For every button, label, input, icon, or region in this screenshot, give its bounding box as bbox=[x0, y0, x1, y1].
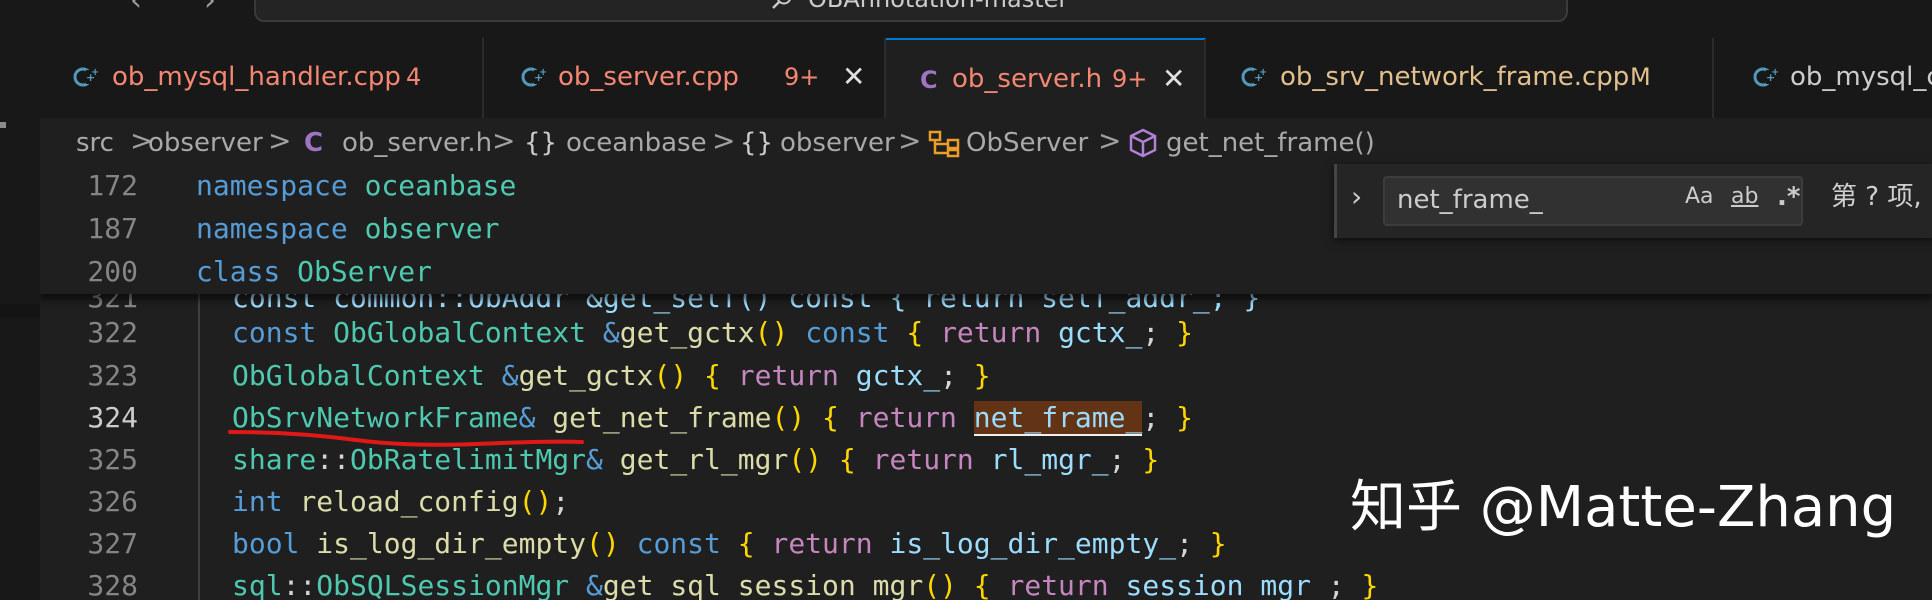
svg-text:+: + bbox=[539, 67, 546, 78]
line-number: 323 bbox=[87, 359, 138, 392]
tab-label: ob_mysql_handler.cpp bbox=[112, 62, 401, 92]
whole-word-toggle[interactable]: ab bbox=[1731, 180, 1758, 214]
activity-divider bbox=[0, 304, 40, 318]
namespace-icon: {} bbox=[524, 128, 558, 158]
problem-count-badge: 4 bbox=[406, 63, 422, 91]
line-number: 328 bbox=[87, 569, 138, 600]
command-center[interactable]: OBAnnotation-master bbox=[254, 0, 1568, 22]
code-line-327: bool is_log_dir_empty() const { return i… bbox=[232, 527, 1227, 560]
chevron-right-icon: > bbox=[712, 124, 736, 157]
command-center-text: OBAnnotation-master bbox=[808, 0, 1068, 12]
tab-label: ob_server.cpp bbox=[558, 62, 739, 92]
regex-toggle[interactable]: .* bbox=[1777, 180, 1800, 214]
match-case-toggle[interactable]: Aa bbox=[1685, 180, 1714, 214]
activity-indicator bbox=[0, 122, 6, 128]
close-icon[interactable]: ✕ bbox=[1162, 64, 1185, 94]
chevron-right-icon: > bbox=[898, 124, 922, 157]
search-match-highlight: net_frame_ bbox=[973, 401, 1143, 436]
sticky-line-namespace-observer[interactable]: namespace observer bbox=[196, 211, 499, 247]
line-number: 326 bbox=[87, 485, 138, 518]
breadcrumb-item-class[interactable]: ObServer bbox=[966, 128, 1088, 158]
svg-text:+: + bbox=[1259, 67, 1266, 78]
breadcrumb-item-observer[interactable]: observer bbox=[148, 128, 263, 158]
modified-badge: M bbox=[1630, 63, 1651, 91]
code-line-326: int reload_config(); bbox=[232, 485, 570, 518]
breadcrumb-item-observer-ns[interactable]: observer bbox=[780, 128, 895, 158]
line-number: 322 bbox=[87, 316, 138, 349]
tab-ob-mysql-handler[interactable]: + + ob_mysql_handler.cpp 4 bbox=[40, 38, 484, 118]
code-line-322: const ObGlobalContext &get_gctx() const … bbox=[232, 316, 1193, 349]
line-number: 200 bbox=[87, 255, 138, 288]
tab-label: ob_srv_network_frame.cpp bbox=[1280, 62, 1630, 92]
problem-count-badge: 9+ bbox=[784, 63, 820, 91]
namespace-icon: {} bbox=[740, 128, 774, 158]
line-number: 327 bbox=[87, 527, 138, 560]
line-number: 187 bbox=[87, 212, 138, 245]
line-number: 325 bbox=[87, 443, 138, 476]
match-count: 第 ? 项, bbox=[1831, 182, 1922, 212]
line-number: 172 bbox=[87, 169, 138, 202]
sticky-line-class-observer[interactable]: class ObServer bbox=[196, 254, 432, 290]
cpp-file-icon: + + bbox=[1753, 67, 1778, 87]
forward-arrow-icon[interactable]: › bbox=[204, 0, 216, 16]
breadcrumb-item-file[interactable]: ob_server.h bbox=[342, 128, 492, 158]
svg-text:+: + bbox=[91, 67, 98, 78]
svg-text:+: + bbox=[1771, 67, 1778, 78]
toggle-replace-icon[interactable]: › bbox=[1351, 182, 1362, 212]
tab-ob-srv-network-frame[interactable]: + + ob_srv_network_frame.cpp M bbox=[1206, 38, 1714, 118]
tab-label: ob_mysql_conn bbox=[1790, 62, 1932, 92]
header-file-icon: C bbox=[304, 128, 324, 158]
cpp-file-icon: + + bbox=[521, 67, 546, 87]
tab-ob-mysql-conn[interactable]: + + ob_mysql_conn bbox=[1714, 38, 1932, 118]
method-icon bbox=[1129, 128, 1157, 158]
search-icon bbox=[772, 0, 791, 9]
sticky-line-namespace-oceanbase[interactable]: namespace oceanbase bbox=[196, 168, 516, 204]
class-icon bbox=[928, 130, 960, 158]
tab-label: ob_server.h bbox=[952, 64, 1103, 94]
back-arrow-icon[interactable]: ‹ bbox=[130, 0, 142, 16]
vscode-window: ‹ › OBAnnotation-master + + ob_mysql_han… bbox=[0, 0, 1932, 600]
breadcrumb: src > observer > C ob_server.h > {} ocea… bbox=[40, 118, 1932, 168]
tab-ob-server-h[interactable]: C ob_server.h 9+ ✕ bbox=[886, 38, 1206, 118]
cpp-file-icon: + + bbox=[1241, 67, 1266, 87]
activity-bar bbox=[0, 38, 40, 600]
chevron-right-icon: > bbox=[1098, 124, 1122, 157]
line-number: 324 bbox=[87, 401, 138, 434]
find-widget: › net_frame_ Aa ab .* 第 ? 项, bbox=[1334, 164, 1932, 238]
code-line-328: sql::ObSQLSessionMgr &get_sql_session_mg… bbox=[232, 569, 1379, 600]
red-underline-annotation bbox=[228, 430, 584, 447]
breadcrumb-item-method[interactable]: get_net_frame() bbox=[1166, 128, 1375, 158]
problem-count-badge: 9+ bbox=[1112, 65, 1148, 93]
watermark: 知乎 @Matte-Zhang bbox=[1350, 475, 1897, 540]
close-icon[interactable]: ✕ bbox=[842, 62, 865, 92]
code-line-323: ObGlobalContext &get_gctx() { return gct… bbox=[232, 359, 991, 392]
tab-ob-server-cpp[interactable]: + + ob_server.cpp 9+ ✕ bbox=[484, 38, 886, 118]
breadcrumb-item-oceanbase[interactable]: oceanbase bbox=[566, 128, 707, 158]
svg-text:C: C bbox=[920, 66, 938, 92]
cpp-file-icon: + + bbox=[73, 67, 98, 87]
indent-guide bbox=[198, 294, 200, 600]
title-bar: ‹ › OBAnnotation-master bbox=[0, 0, 1932, 38]
breadcrumb-item-src[interactable]: src bbox=[76, 128, 114, 158]
editor-tab-bar: + + ob_mysql_handler.cpp 4 + + ob_server… bbox=[40, 38, 1932, 118]
chevron-right-icon: > bbox=[492, 124, 516, 157]
chevron-right-icon: > bbox=[268, 124, 292, 157]
header-file-icon: C bbox=[920, 66, 938, 92]
